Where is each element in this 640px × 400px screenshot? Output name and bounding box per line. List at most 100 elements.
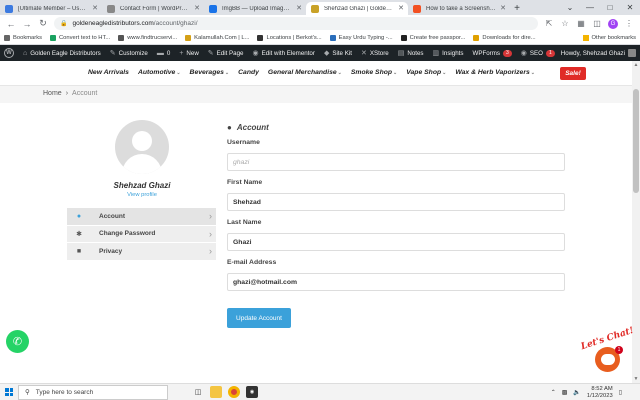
bookmark-item[interactable]: Convert text to HT... bbox=[50, 35, 110, 41]
account-nav-item[interactable]: ● Account › bbox=[67, 208, 216, 226]
sidebar-icon[interactable]: ◫ bbox=[592, 19, 602, 28]
browser-tab[interactable]: ImgBB — Upload Image — Fre ✕ bbox=[204, 2, 306, 15]
first-name-field[interactable] bbox=[227, 193, 565, 211]
volume-icon[interactable]: 🔈 bbox=[573, 389, 580, 396]
wp-admin-item[interactable]: ▬ 0 bbox=[157, 50, 170, 57]
wordpress-logo-icon[interactable]: W bbox=[4, 48, 14, 58]
bookmark-item[interactable]: Create free passpor... bbox=[400, 35, 465, 41]
menu-item-label: General Merchandise bbox=[267, 69, 337, 76]
bookmark-item[interactable]: Easy Urdu Typing -... bbox=[329, 35, 393, 41]
sale-button[interactable]: Sale! bbox=[560, 67, 586, 80]
share-icon[interactable]: ⇱ bbox=[544, 19, 554, 28]
file-explorer-icon[interactable] bbox=[210, 386, 222, 398]
taskbar-search[interactable]: ⚲ Type here to search bbox=[18, 384, 168, 400]
seo-label: SEO bbox=[529, 49, 543, 57]
start-button[interactable] bbox=[0, 384, 18, 400]
menu-item[interactable]: Automotive⌄ bbox=[138, 69, 181, 76]
breadcrumb-current: Account bbox=[72, 90, 98, 97]
wp-admin-item[interactable]: ✕ XStore bbox=[361, 49, 389, 58]
new-tab-button[interactable]: + bbox=[510, 2, 524, 15]
minimize-button[interactable]: — bbox=[580, 0, 600, 15]
bookmark-item[interactable]: Downloads for dire... bbox=[473, 35, 536, 41]
scrollbar-thumb[interactable] bbox=[633, 89, 639, 193]
wp-account-menu[interactable]: Howdy, Shehzad Ghazi bbox=[561, 45, 636, 61]
browser-tab[interactable]: Contact Form | WordPress.org ✕ bbox=[102, 2, 204, 15]
star-icon[interactable]: ☆ bbox=[560, 19, 570, 28]
maximize-button[interactable]: □ bbox=[600, 0, 620, 15]
menu-item[interactable]: Candy bbox=[238, 69, 259, 76]
menu-item[interactable]: Vape Shop⌄ bbox=[406, 69, 446, 76]
view-profile-link[interactable]: View profile bbox=[90, 192, 194, 198]
search-icon: ⚲ bbox=[25, 389, 30, 396]
chat-widget[interactable]: Let's Chat! 1 bbox=[578, 326, 635, 375]
url-input[interactable]: 🔒 goldeneagledistributors.com/account/gh… bbox=[54, 17, 538, 30]
tab-label: [Ultimate Member – User Profi bbox=[18, 5, 88, 12]
account-nav-item[interactable]: ✱ Change Password › bbox=[67, 225, 216, 243]
menu-item[interactable]: General Merchandise⌄ bbox=[268, 69, 342, 76]
bookmark-item[interactable]: Locations | Berkot's... bbox=[257, 35, 322, 41]
bookmark-item[interactable]: www.findtrucservi... bbox=[118, 35, 177, 41]
wp-admin-item[interactable]: ✎ Edit Page bbox=[207, 49, 244, 58]
username-field[interactable] bbox=[227, 153, 565, 171]
forward-icon[interactable]: → bbox=[22, 19, 32, 29]
menu-item[interactable]: Smoke Shop⌄ bbox=[351, 69, 397, 76]
tab-close-icon[interactable]: ✕ bbox=[296, 4, 302, 12]
wp-admin-item[interactable]: ✎ Customize bbox=[110, 49, 148, 58]
account-nav-item[interactable]: ■ Privacy › bbox=[67, 243, 216, 261]
username-label: Username bbox=[227, 139, 260, 146]
chrome-icon[interactable] bbox=[228, 386, 240, 398]
browser-tab[interactable]: [Ultimate Member – User Profi ✕ bbox=[0, 2, 102, 15]
profile-avatar-placeholder bbox=[115, 120, 169, 174]
menu-item-label: New Arrivals bbox=[88, 69, 129, 76]
bookmark-item[interactable]: Bookmarks bbox=[4, 35, 42, 41]
wp-wpforms[interactable]: WPForms 3 bbox=[472, 49, 512, 57]
account-nav-label: Account bbox=[99, 212, 125, 220]
menu-icon[interactable]: ⋮ bbox=[624, 19, 634, 28]
breadcrumb-home[interactable]: Home bbox=[43, 90, 62, 97]
notifications-icon[interactable]: ▯ bbox=[619, 389, 622, 396]
bookmark-item[interactable]: Kalamullah.Com | L... bbox=[185, 35, 249, 41]
scroll-up-icon[interactable]: ▲ bbox=[633, 62, 639, 68]
tab-label: ImgBB — Upload Image — Fre bbox=[222, 5, 292, 12]
tab-close-icon[interactable]: ✕ bbox=[398, 4, 404, 12]
bookmark-label: Bookmarks bbox=[13, 35, 42, 41]
tab-close-icon[interactable]: ✕ bbox=[500, 4, 506, 12]
menu-item[interactable]: New Arrivals bbox=[88, 69, 129, 76]
menu-item[interactable]: Wax & Herb Vaporizers⌄ bbox=[455, 69, 535, 76]
wp-seo[interactable]: ◉ SEO 1 bbox=[521, 49, 555, 57]
other-bookmarks[interactable]: Other bookmarks bbox=[582, 35, 636, 41]
update-account-button[interactable]: Update Account bbox=[227, 308, 291, 328]
wp-admin-item[interactable]: ◆ Site Kit bbox=[324, 49, 352, 58]
wp-admin-item[interactable]: ⌂ Golden Eagle Distributors bbox=[23, 50, 101, 57]
profile-avatar[interactable]: G bbox=[608, 18, 618, 29]
account-navigation: ● Account › ✱ Change Password › ■ Privacy › bbox=[67, 208, 216, 261]
scroll-down-icon[interactable]: ▼ bbox=[633, 376, 639, 382]
email-field[interactable] bbox=[227, 273, 565, 291]
browser-tab[interactable]: How to take a Screenshot in W ✕ bbox=[408, 2, 510, 15]
browser-tab[interactable]: Shehzad Ghazi | Golden Eagle D ✕ bbox=[306, 2, 408, 15]
whatsapp-icon[interactable]: ✆ bbox=[6, 330, 29, 353]
close-window-button[interactable]: ✕ bbox=[620, 0, 640, 15]
wp-admin-item-label: Site Kit bbox=[332, 49, 352, 57]
extensions-icon[interactable]: ▦ bbox=[576, 19, 586, 28]
wp-admin-item[interactable]: + New bbox=[179, 50, 198, 57]
first-name-label: First Name bbox=[227, 179, 263, 186]
last-name-field[interactable] bbox=[227, 233, 565, 251]
wp-admin-item[interactable]: ▥ Insights bbox=[433, 49, 464, 58]
pencil-icon: ✎ bbox=[207, 50, 214, 57]
reload-icon[interactable]: ↻ bbox=[38, 18, 48, 29]
app-icon[interactable]: ◉ bbox=[246, 386, 258, 398]
back-icon[interactable]: ← bbox=[6, 19, 16, 29]
tab-search-icon[interactable]: ⌄ bbox=[560, 0, 580, 15]
tray-chevron-icon[interactable]: ⌃ bbox=[551, 389, 556, 396]
tab-close-icon[interactable]: ✕ bbox=[92, 4, 98, 12]
menu-item[interactable]: Beverages⌄ bbox=[190, 69, 230, 76]
task-view-icon[interactable]: ◫ bbox=[192, 386, 204, 398]
seo-count-badge: 1 bbox=[545, 49, 555, 57]
tab-close-icon[interactable]: ✕ bbox=[194, 4, 200, 12]
clock[interactable]: 8:52 AM 1/12/2023 bbox=[587, 386, 613, 400]
chevron-right-icon: › bbox=[209, 211, 212, 221]
wp-admin-item[interactable]: ▤ Notes bbox=[398, 49, 424, 58]
wp-admin-item[interactable]: ◉ Edit with Elementor bbox=[253, 49, 315, 58]
network-icon[interactable]: ▩ bbox=[562, 389, 568, 396]
